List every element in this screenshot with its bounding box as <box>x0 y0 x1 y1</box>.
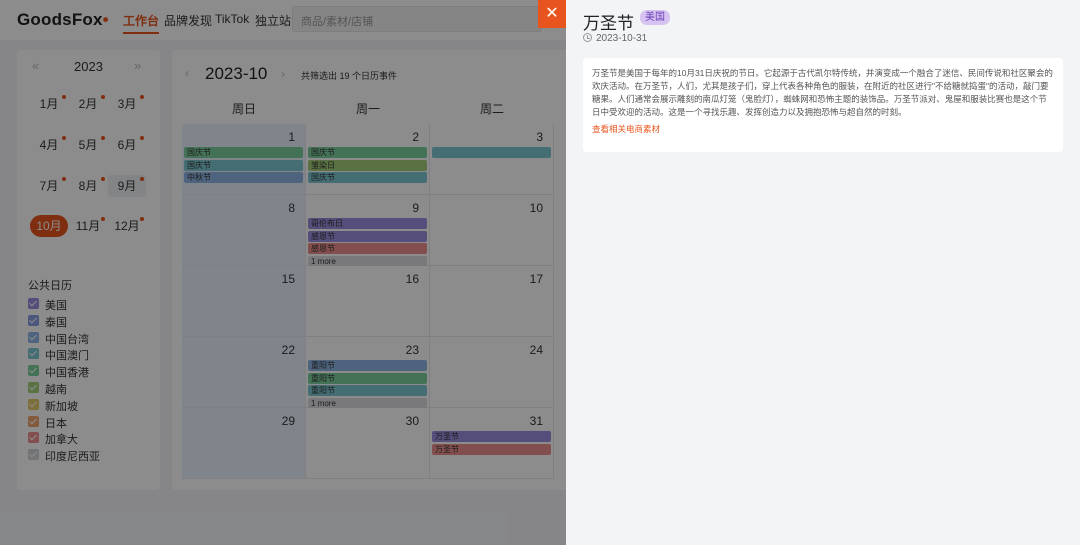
related-materials-link[interactable]: 查看相关电商素材 <box>592 123 1054 135</box>
event-date: 2023-10-31 <box>583 33 647 44</box>
close-button[interactable]: ✕ <box>538 0 566 28</box>
close-icon[interactable]: ✕ <box>545 5 558 22</box>
event-description-card: 万圣节是美国于每年的10月31日庆祝的节日。它起源于古代凯尔特传统，并演变成一个… <box>583 58 1063 152</box>
clock-icon <box>583 33 592 42</box>
event-date-text: 2023-10-31 <box>596 33 648 44</box>
region-badge: 美国 <box>640 10 670 25</box>
modal-overlay[interactable] <box>0 0 566 545</box>
event-detail-drawer: 万圣节 美国 2023-10-31 万圣节是美国于每年的10月31日庆祝的节日。… <box>566 0 1080 545</box>
event-title: 万圣节 <box>583 14 634 33</box>
event-description: 万圣节是美国于每年的10月31日庆祝的节日。它起源于古代凯尔特传统，并演变成一个… <box>592 68 1053 117</box>
